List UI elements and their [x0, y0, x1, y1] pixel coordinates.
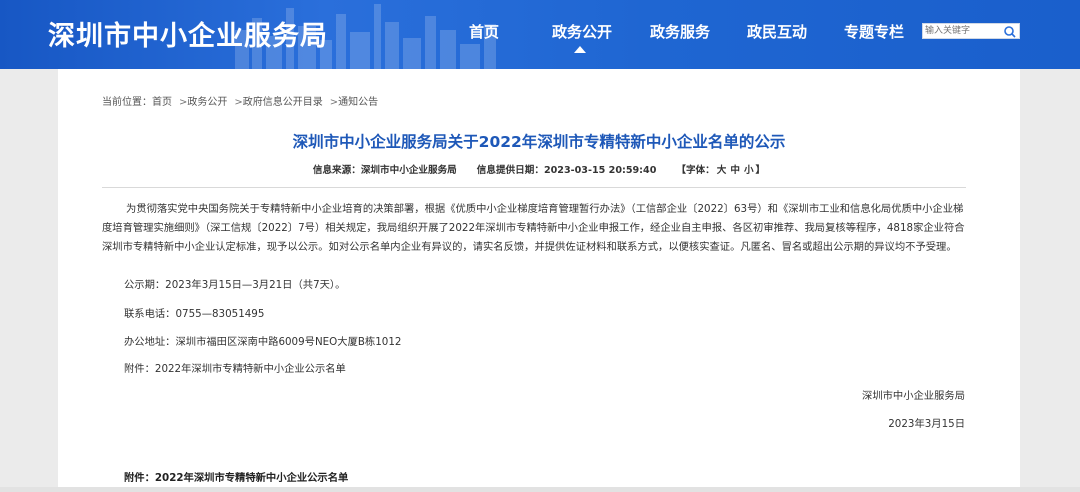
- breadcrumb-prefix: 当前位置：: [102, 97, 152, 108]
- attachment-line[interactable]: 附件：2022年深圳市专精特新中小企业公示名单: [124, 360, 346, 375]
- search-box: [922, 23, 1020, 39]
- article-meta: 信息来源：深圳市中小企业服务局 信息提供日期：2023-03-15 20:59:4…: [58, 162, 1020, 176]
- source-value: 深圳市中小企业服务局: [360, 165, 457, 176]
- office-address: 办公地址：深圳市福田区深南中路6009号NEO大厦B栋1012: [124, 336, 402, 348]
- contact-phone: 联系电话：0755—83051495: [124, 308, 265, 320]
- horizontal-scrollbar[interactable]: [0, 487, 1080, 492]
- breadcrumb-notices[interactable]: 通知公告: [338, 97, 378, 108]
- date-label: 信息提供日期：: [476, 165, 544, 176]
- search-icon[interactable]: [1003, 25, 1016, 38]
- nav-government-services[interactable]: 政务服务: [650, 21, 710, 42]
- font-size-small[interactable]: 小: [744, 165, 754, 176]
- divider: [102, 187, 966, 188]
- breadcrumb-government-affairs-open[interactable]: 政务公开: [187, 97, 227, 108]
- article-paragraph: 为贯彻落实党中央国务院关于专精特新中小企业培育的决策部署，根据《优质中小企业梯度…: [102, 203, 965, 253]
- site-title[interactable]: 深圳市中小企业服务局: [48, 14, 328, 53]
- nav-public-interaction[interactable]: 政民互动: [747, 21, 807, 42]
- breadcrumb-home[interactable]: 首页: [152, 97, 172, 108]
- font-size-open: 【字体：: [676, 165, 715, 176]
- breadcrumb: 当前位置：首页 >政务公开 >政府信息公开目录 >通知公告: [102, 93, 378, 108]
- font-size-large[interactable]: 大: [717, 165, 727, 176]
- active-nav-indicator: [574, 46, 586, 53]
- site-header: 深圳市中小企业服务局 首页 政务公开 政务服务 政民互动 专题专栏: [0, 0, 1080, 69]
- page-title: 深圳市中小企业服务局关于2022年深圳市专精特新中小企业名单的公示: [292, 133, 786, 151]
- date-value: 2023-03-15 20:59:40: [543, 165, 657, 176]
- breadcrumb-info-directory[interactable]: 政府信息公开目录: [243, 97, 323, 108]
- publicity-period: 公示期：2023年3月15日—3月21日（共7天）。: [124, 279, 346, 291]
- nav-special-topics[interactable]: 专题专栏: [844, 21, 904, 42]
- signature-org: 深圳市中小企业服务局: [862, 390, 965, 402]
- font-size-close: 】: [755, 165, 766, 176]
- nav-government-affairs-open[interactable]: 政务公开: [552, 21, 612, 42]
- nav-home[interactable]: 首页: [469, 21, 499, 42]
- breadcrumb-separator: >: [329, 97, 339, 108]
- signature-date: 2023年3月15日: [888, 418, 965, 430]
- content-panel: 当前位置：首页 >政务公开 >政府信息公开目录 >通知公告 深圳市中小企业服务局关于2…: [58, 69, 1020, 492]
- source-label: 信息来源：: [312, 165, 361, 176]
- search-input[interactable]: [925, 24, 999, 38]
- attachment-heading: 附件：2022年深圳市专精特新中小企业公示名单: [124, 472, 349, 484]
- breadcrumb-separator: >: [234, 97, 243, 108]
- font-size-medium[interactable]: 中: [730, 165, 740, 176]
